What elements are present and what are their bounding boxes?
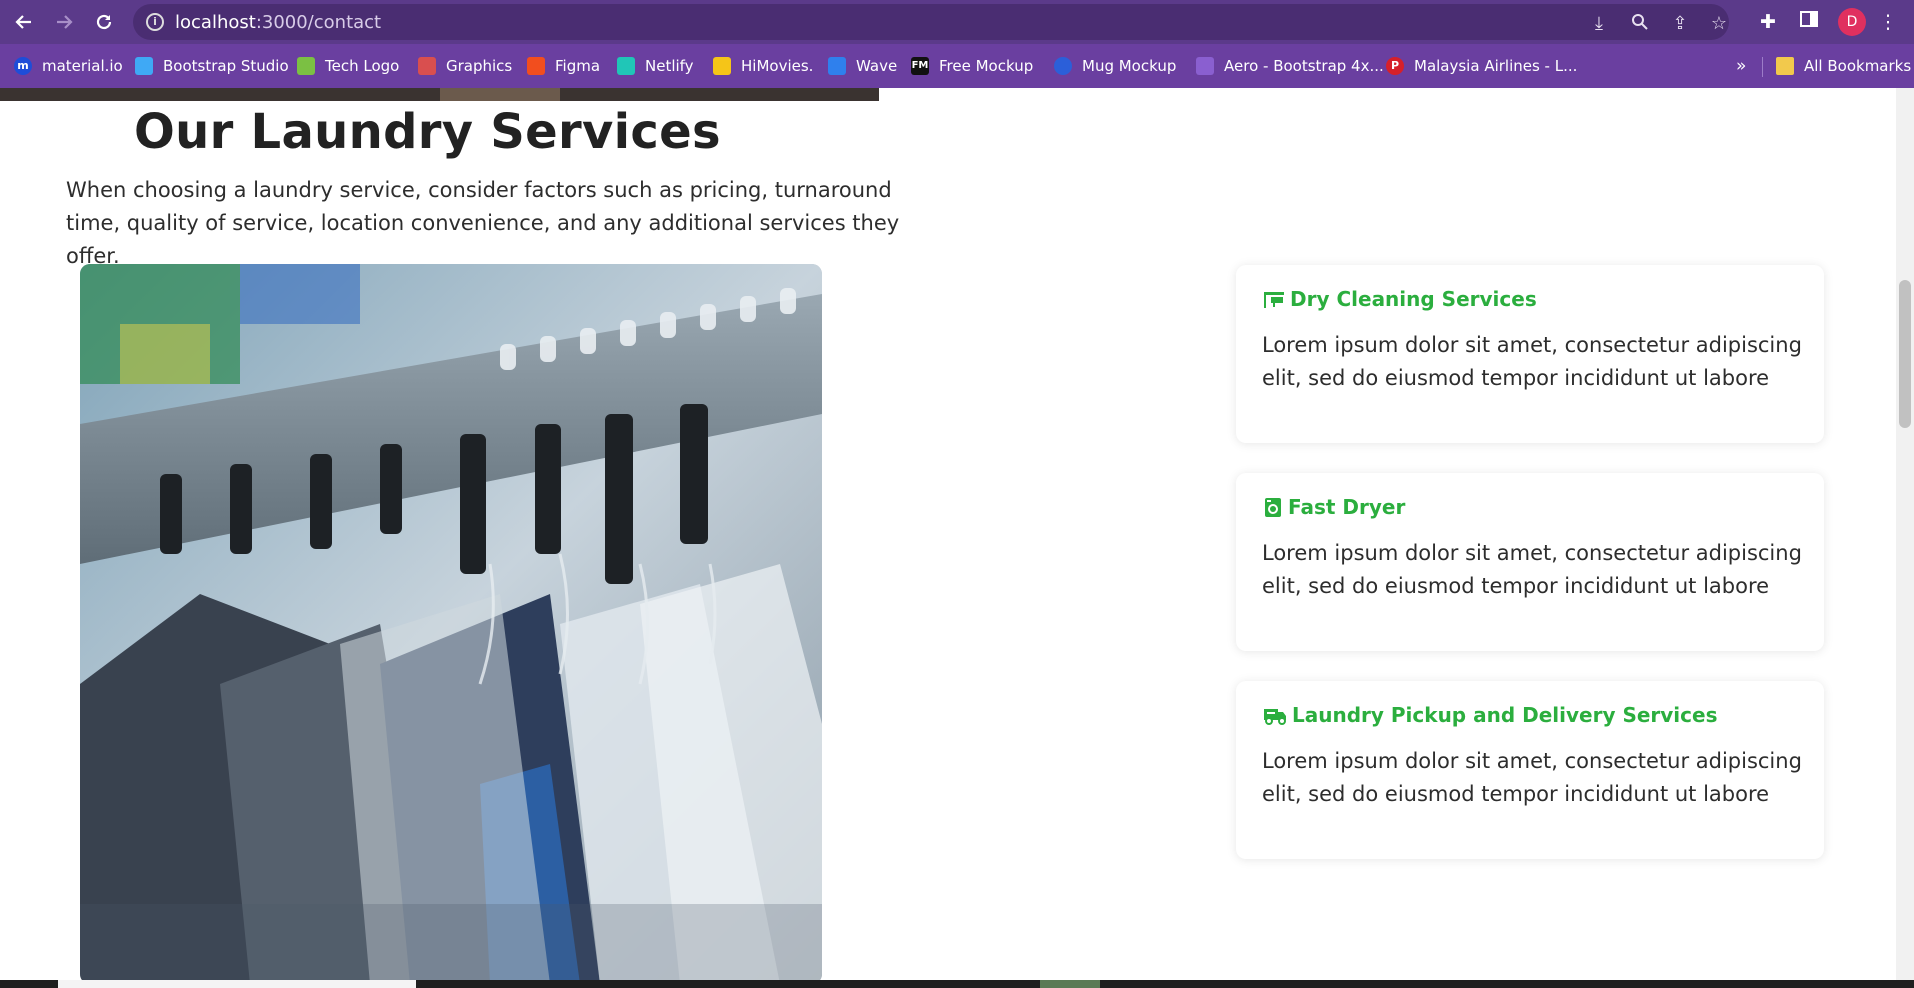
free-mockup-icon: FM (911, 57, 929, 75)
taskbar-item[interactable] (1040, 980, 1100, 988)
reload-icon[interactable] (90, 8, 118, 36)
service-title-text: Fast Dryer (1288, 495, 1406, 519)
dry-cleaning-icon (1264, 292, 1284, 308)
bookmark-label: Figma (555, 57, 601, 75)
service-title: Laundry Pickup and Delivery Services (1262, 703, 1718, 727)
bookmark-tech-logo[interactable]: Tech Logo (297, 55, 399, 77)
service-card: Dry Cleaning Services Lorem ipsum dolor … (1236, 265, 1824, 443)
bookmark-wave[interactable]: Wave (828, 55, 897, 77)
himovies-icon (713, 57, 731, 75)
bookmark-label: Netlify (645, 57, 694, 75)
page-title: Our Laundry Services (134, 104, 721, 160)
bootstrap-studio-icon (135, 57, 153, 75)
all-bookmarks-label: All Bookmarks (1804, 57, 1912, 75)
back-icon[interactable] (10, 8, 38, 36)
bookmark-netlify[interactable]: Netlify (617, 55, 694, 77)
bookmark-label: HiMovies. (741, 57, 814, 75)
all-bookmarks-button[interactable]: All Bookmarks (1776, 55, 1911, 77)
url-text: localhost:3000/contact (175, 12, 381, 33)
bookmarks-divider (1762, 57, 1763, 77)
graphics-icon (418, 57, 436, 75)
folder-icon (1776, 57, 1794, 75)
install-app-icon[interactable]: ⤓ (1588, 13, 1610, 35)
bookmark-star-icon[interactable]: ☆ (1708, 13, 1730, 35)
browser-toolbar: i localhost:3000/contact ⤓ ⇪ ☆ ✚ D ⋮ (0, 0, 1914, 44)
zoom-icon[interactable] (1629, 13, 1651, 35)
page-scrollbar[interactable] (1896, 88, 1914, 980)
delivery-truck-icon (1264, 709, 1286, 725)
service-title: Fast Dryer (1262, 495, 1405, 519)
extensions-icon[interactable]: ✚ (1756, 10, 1780, 34)
service-title: Dry Cleaning Services (1262, 287, 1537, 311)
bookmark-label: Malaysia Airlines - L... (1414, 57, 1578, 75)
service-title-text: Laundry Pickup and Delivery Services (1292, 703, 1718, 727)
bookmark-label: Bootstrap Studio (163, 57, 289, 75)
page-content: Our Laundry Services When choosing a lau… (0, 88, 1914, 980)
bookmark-label: Aero - Bootstrap 4x... (1224, 57, 1384, 75)
bookmark-label: Mug Mockup (1082, 57, 1177, 75)
bookmark-free-mockup[interactable]: FM Free Mockup (911, 55, 1033, 77)
share-icon[interactable]: ⇪ (1669, 13, 1691, 35)
bookmark-figma[interactable]: Figma (527, 55, 600, 77)
url-path: :3000/contact (255, 12, 382, 33)
more-bookmarks-button[interactable]: » (1736, 55, 1746, 77)
menu-dots-icon[interactable]: ⋮ (1876, 10, 1900, 34)
taskbar-edge (0, 980, 1914, 988)
site-info-icon[interactable]: i (146, 13, 164, 31)
bookmark-himovies[interactable]: HiMovies. (713, 55, 813, 77)
profile-avatar[interactable]: D (1838, 8, 1866, 36)
taskbar-item[interactable] (58, 980, 416, 988)
address-bar[interactable]: i localhost:3000/contact ⤓ ⇪ ☆ (133, 4, 1729, 40)
bookmark-mug-mockup[interactable]: Mug Mockup (1054, 55, 1176, 77)
bookmark-label: Wave (856, 57, 898, 75)
url-host: localhost (175, 12, 256, 33)
aero-icon (1196, 57, 1214, 75)
material-logo-icon: m (14, 57, 32, 75)
bookmark-bootstrap-studio[interactable]: Bootstrap Studio (135, 55, 289, 77)
service-description: Lorem ipsum dolor sit amet, consectetur … (1262, 333, 1802, 390)
netlify-icon (617, 57, 635, 75)
bookmark-malaysia-airlines[interactable]: P Malaysia Airlines - L... (1386, 55, 1577, 77)
bookmark-label: Tech Logo (325, 57, 400, 75)
laundry-clothes-photo (80, 264, 822, 980)
bookmark-graphics[interactable]: Graphics (418, 55, 512, 77)
pinterest-icon: P (1386, 57, 1404, 75)
service-card: Fast Dryer Lorem ipsum dolor sit amet, c… (1236, 473, 1824, 651)
bookmark-material[interactable]: m material.io (14, 55, 123, 77)
service-title-text: Dry Cleaning Services (1290, 287, 1537, 311)
service-description: Lorem ipsum dolor sit amet, consectetur … (1262, 749, 1802, 806)
tech-logo-icon (297, 57, 315, 75)
wave-icon (828, 57, 846, 75)
intro-text: When choosing a laundry service, conside… (66, 178, 900, 268)
dryer-icon (1265, 498, 1281, 517)
scrollbar-thumb[interactable] (1899, 280, 1911, 428)
figma-icon (527, 57, 545, 75)
service-card: Laundry Pickup and Delivery Services Lor… (1236, 681, 1824, 859)
bookmark-label: Free Mockup (939, 57, 1034, 75)
side-panel-icon[interactable] (1797, 10, 1821, 34)
forward-icon[interactable] (50, 8, 78, 36)
service-description: Lorem ipsum dolor sit amet, consectetur … (1262, 541, 1802, 598)
bookmark-aero-bootstrap[interactable]: Aero - Bootstrap 4x... (1196, 55, 1384, 77)
mug-mockup-icon (1054, 57, 1072, 75)
bookmark-label: material.io (42, 57, 123, 75)
bookmark-label: Graphics (446, 57, 513, 75)
previous-section-image-edge (0, 88, 879, 101)
bookmarks-bar: m material.io Bootstrap Studio Tech Logo … (0, 44, 1914, 88)
